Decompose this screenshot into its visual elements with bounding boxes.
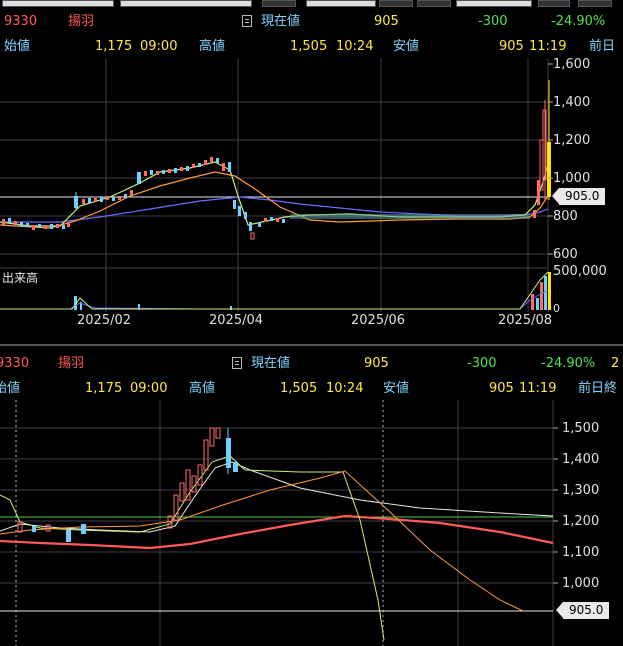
- high-time-bottom: 10:24: [326, 381, 364, 396]
- price-change: -300: [478, 14, 508, 29]
- bottom-chart-grid: [0, 400, 554, 646]
- tab-strip-4[interactable]: [306, 0, 376, 7]
- panel-divider[interactable]: [0, 344, 623, 346]
- current-price-label-bottom: 現在値: [251, 356, 291, 371]
- stock-code[interactable]: 9330: [4, 14, 37, 30]
- document-icon[interactable]: [242, 15, 252, 27]
- bottom-price-tick-4: 1,200: [562, 514, 600, 529]
- stock-code-bottom[interactable]: 9330: [0, 356, 29, 372]
- low-time-bottom: 11:19: [519, 381, 557, 396]
- date-label-apr: 2025/04: [209, 313, 264, 328]
- top-volume-bars: [74, 272, 551, 310]
- volume-label: 出来高: [2, 271, 39, 285]
- bottom-price-tick-1: 1,500: [562, 421, 600, 436]
- top-candles-flat: [290, 214, 530, 219]
- tab-strip-3[interactable]: [262, 0, 296, 7]
- tab-strip-5[interactable]: [379, 0, 413, 7]
- date-label-feb: 2025/02: [77, 313, 132, 328]
- high-value-bottom: 1,505: [280, 381, 318, 396]
- bottom-candles: [17, 427, 238, 542]
- low-label: 安値: [393, 39, 420, 54]
- top-price-tick-1: 1,600: [553, 57, 591, 72]
- price-change-bottom: -300: [467, 356, 497, 371]
- bottom-price-tick-5: 1,100: [562, 545, 600, 560]
- bottom-current-price-tag: 905.0: [555, 602, 610, 619]
- tab-strip-2[interactable]: [120, 0, 252, 7]
- top-price-tick-4: 1,000: [553, 171, 591, 186]
- stock-name-bottom[interactable]: 揚羽: [58, 356, 84, 372]
- open-time-bottom: 09:00: [130, 381, 168, 396]
- low-value: 905: [499, 39, 524, 54]
- open-value-bottom: 1,175: [85, 381, 123, 396]
- document-icon-bottom[interactable]: [232, 357, 242, 369]
- intraday-price-chart[interactable]: [0, 400, 623, 646]
- bottom-price-tick-6: 1,000: [562, 576, 600, 591]
- top-candles: [2, 157, 285, 240]
- price-change-pct-bottom: -24.90%: [541, 356, 596, 371]
- top-price-tick-3: 1,200: [553, 133, 591, 148]
- low-time: 11:19: [529, 39, 567, 54]
- bottom-price-tick-3: 1,300: [562, 483, 600, 498]
- tab-strip-7[interactable]: [456, 0, 532, 7]
- top-price-tick-6: 600: [553, 247, 578, 262]
- low-label-bottom: 安値: [383, 381, 410, 396]
- extra-indicator: 2: [611, 356, 620, 371]
- high-time: 10:24: [336, 39, 374, 54]
- prev-close-label: 前日: [589, 39, 616, 54]
- stock-name[interactable]: 揚羽: [68, 14, 94, 30]
- high-value: 1,505: [290, 39, 328, 54]
- high-label-bottom: 高値: [189, 381, 216, 396]
- open-value: 1,175: [95, 39, 133, 54]
- top-price-tick-5: 800: [553, 209, 578, 224]
- current-price-bottom: 905: [364, 356, 389, 371]
- open-time: 09:00: [140, 39, 178, 54]
- open-label-bottom: 始値: [0, 381, 21, 396]
- top-current-price-tag: 905.0: [551, 188, 606, 205]
- top-chart-grid: [0, 58, 549, 312]
- date-label-aug: 2025/08: [498, 313, 553, 328]
- tab-strip-9[interactable]: [578, 0, 612, 7]
- date-label-jun: 2025/06: [351, 313, 406, 328]
- prev-close-label-bottom: 前日終: [578, 381, 618, 396]
- price-change-pct: -24.90%: [551, 14, 606, 29]
- volume-tick-zero: 0: [553, 302, 560, 315]
- bottom-line-orange: [0, 470, 524, 612]
- volume-tick-500k: 500,000: [553, 264, 607, 279]
- daily-price-chart[interactable]: [0, 58, 623, 328]
- low-value-bottom: 905: [489, 381, 514, 396]
- tab-strip-1[interactable]: [2, 0, 114, 7]
- bottom-price-tick-2: 1,400: [562, 452, 600, 467]
- current-price-label: 現在値: [261, 14, 301, 29]
- current-price: 905: [374, 14, 399, 29]
- high-label: 高値: [199, 39, 226, 54]
- tab-strip-8[interactable]: [538, 0, 570, 7]
- top-price-tick-2: 1,400: [553, 95, 591, 110]
- open-label: 始値: [4, 39, 31, 54]
- tab-strip-6[interactable]: [417, 0, 451, 7]
- bottom-price-axis-ticks: [553, 427, 558, 584]
